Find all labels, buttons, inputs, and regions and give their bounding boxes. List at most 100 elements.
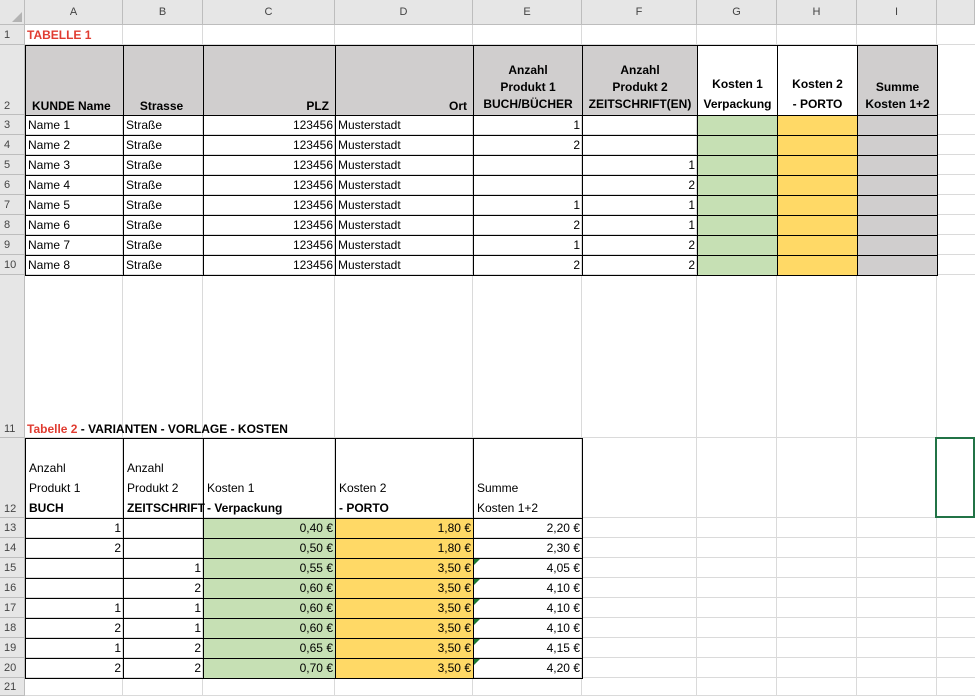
t2-product1-cell[interactable]: 1 [25, 598, 124, 619]
plz-cell[interactable]: 123456 [203, 215, 336, 236]
t2-cost1-cell[interactable]: 0,60 € [203, 598, 336, 619]
error-indicator-icon[interactable] [474, 619, 480, 625]
street-cell[interactable]: Straße [123, 195, 204, 216]
column-header-d[interactable]: D [335, 0, 473, 25]
row-header-12[interactable]: 12 [0, 438, 25, 518]
row-header-20[interactable]: 20 [0, 658, 25, 678]
sum-cell[interactable] [857, 115, 938, 136]
sum-cell[interactable] [857, 175, 938, 196]
column-header-a[interactable]: A [25, 0, 123, 25]
t2-product1-cell[interactable] [25, 558, 124, 579]
t2-cost2-cell[interactable]: 3,50 € [335, 598, 474, 619]
city-cell[interactable]: Musterstadt [335, 135, 474, 156]
cost2-cell[interactable] [777, 175, 858, 196]
product2-count-cell[interactable]: 2 [582, 255, 698, 276]
t2-product1-cell[interactable] [25, 578, 124, 599]
sum-cell[interactable] [857, 135, 938, 156]
cost1-cell[interactable] [697, 155, 778, 176]
error-indicator-icon[interactable] [474, 579, 480, 585]
city-cell[interactable]: Musterstadt [335, 115, 474, 136]
t2-product1-cell[interactable]: 2 [25, 658, 124, 679]
product1-count-cell[interactable] [473, 175, 583, 196]
street-cell[interactable]: Straße [123, 235, 204, 256]
cost1-cell[interactable] [697, 195, 778, 216]
customer-name-cell[interactable]: Name 2 [25, 135, 124, 156]
street-cell[interactable]: Straße [123, 175, 204, 196]
row-header-6[interactable]: 6 [0, 175, 25, 195]
column-header-e[interactable]: E [473, 0, 582, 25]
t2-product1-cell[interactable]: 2 [25, 538, 124, 559]
customer-name-cell[interactable]: Name 5 [25, 195, 124, 216]
product2-count-cell[interactable]: 1 [582, 195, 698, 216]
row-header-17[interactable]: 17 [0, 598, 25, 618]
cost1-cell[interactable] [697, 255, 778, 276]
sum-cell[interactable] [857, 235, 938, 256]
error-indicator-icon[interactable] [474, 559, 480, 565]
street-cell[interactable]: Straße [123, 155, 204, 176]
product2-count-cell[interactable] [582, 135, 698, 156]
city-cell[interactable]: Musterstadt [335, 155, 474, 176]
row-header-4[interactable]: 4 [0, 135, 25, 155]
cost2-cell[interactable] [777, 255, 858, 276]
row-header-2[interactable]: 2 [0, 45, 25, 115]
product1-count-cell[interactable]: 1 [473, 195, 583, 216]
row-header-1[interactable]: 1 [0, 25, 25, 45]
t2-sum-cell[interactable]: 4,10 € [473, 598, 583, 619]
plz-cell[interactable]: 123456 [203, 115, 336, 136]
selected-cell-outline[interactable] [935, 437, 975, 518]
t2-cost1-cell[interactable]: 0,70 € [203, 658, 336, 679]
product1-count-cell[interactable]: 2 [473, 135, 583, 156]
t2-product1-cell[interactable]: 1 [25, 638, 124, 659]
row-header-18[interactable]: 18 [0, 618, 25, 638]
row-header-11[interactable]: 11 [0, 275, 25, 438]
t2-cost1-cell[interactable]: 0,40 € [203, 518, 336, 539]
t2-cost1-cell[interactable]: 0,60 € [203, 618, 336, 639]
cost2-cell[interactable] [777, 155, 858, 176]
sum-cell[interactable] [857, 215, 938, 236]
t2-header-produkt1[interactable]: Anzahl Produkt 1 BUCH [25, 438, 124, 519]
product2-count-cell[interactable]: 2 [582, 175, 698, 196]
row-header-3[interactable]: 3 [0, 115, 25, 135]
product2-count-cell[interactable]: 1 [582, 215, 698, 236]
error-indicator-icon[interactable] [474, 599, 480, 605]
t2-sum-cell[interactable]: 4,20 € [473, 658, 583, 679]
t2-product2-cell[interactable]: 2 [123, 658, 204, 679]
column-header-g[interactable]: G [697, 0, 777, 25]
t2-product1-cell[interactable]: 1 [25, 518, 124, 539]
t2-cost1-cell[interactable]: 0,60 € [203, 578, 336, 599]
row-header-19[interactable]: 19 [0, 638, 25, 658]
row-header-9[interactable]: 9 [0, 235, 25, 255]
error-indicator-icon[interactable] [474, 639, 480, 645]
header-strasse[interactable]: Strasse [123, 45, 204, 116]
t2-header-produkt2[interactable]: Anzahl Produkt 2 ZEITSCHRIFT [123, 438, 205, 519]
sum-cell[interactable] [857, 155, 938, 176]
row-header-8[interactable]: 8 [0, 215, 25, 235]
row-header-21[interactable]: 21 [0, 678, 25, 696]
product1-count-cell[interactable] [473, 155, 583, 176]
cost1-cell[interactable] [697, 115, 778, 136]
header-produkt2[interactable]: Anzahl Produkt 2 ZEITSCHRIFT(EN) [582, 45, 698, 116]
city-cell[interactable]: Musterstadt [335, 195, 474, 216]
t2-cost2-cell[interactable]: 3,50 € [335, 638, 474, 659]
t2-sum-cell[interactable]: 2,20 € [473, 518, 583, 539]
error-indicator-icon[interactable] [474, 659, 480, 665]
header-kunde[interactable]: KUNDE Name [25, 45, 124, 116]
street-cell[interactable]: Straße [123, 115, 204, 136]
street-cell[interactable]: Straße [123, 215, 204, 236]
t2-cost2-cell[interactable]: 3,50 € [335, 558, 474, 579]
row-header-14[interactable]: 14 [0, 538, 25, 558]
city-cell[interactable]: Musterstadt [335, 235, 474, 256]
column-header-h[interactable]: H [777, 0, 857, 25]
t2-product2-cell[interactable]: 1 [123, 558, 204, 579]
product1-count-cell[interactable]: 2 [473, 215, 583, 236]
column-header-b[interactable]: B [123, 0, 203, 25]
city-cell[interactable]: Musterstadt [335, 215, 474, 236]
cost1-cell[interactable] [697, 135, 778, 156]
t2-cost1-cell[interactable]: 0,65 € [203, 638, 336, 659]
header-summe[interactable]: Summe Kosten 1+2 [857, 45, 938, 116]
cost2-cell[interactable] [777, 115, 858, 136]
sum-cell[interactable] [857, 255, 938, 276]
cost1-cell[interactable] [697, 175, 778, 196]
plz-cell[interactable]: 123456 [203, 255, 336, 276]
cost2-cell[interactable] [777, 215, 858, 236]
